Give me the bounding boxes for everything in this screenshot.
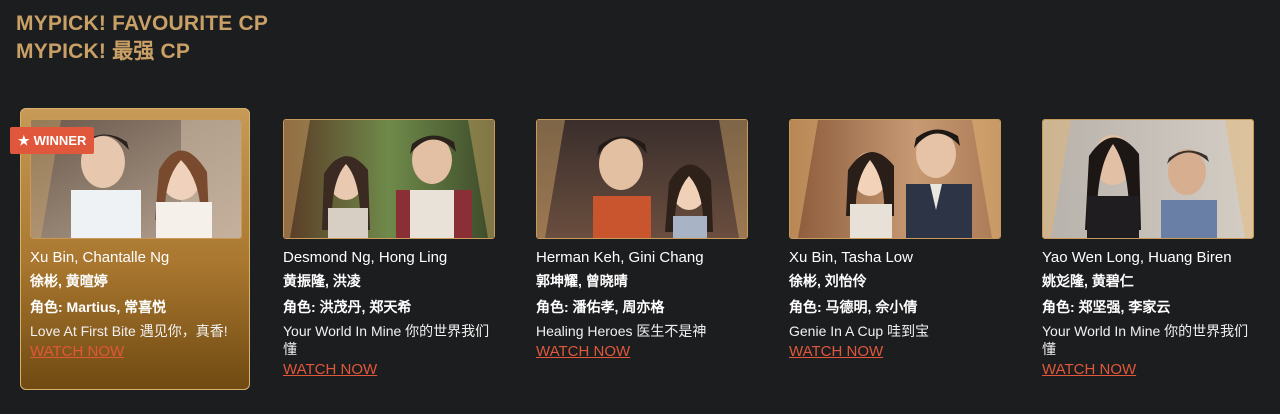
cp-chinese-names: 徐彬, 黄暄婷 [30, 273, 108, 289]
cp-roles: 角色: 郑坚强, 李家云 [1042, 299, 1171, 315]
cp-names: Herman Keh, Gini Chang [536, 249, 704, 266]
cp-info: Herman Keh, Gini Chang 郭坤耀, 曾晓晴 角色: 潘佑孝,… [536, 248, 748, 362]
cp-thumbnail[interactable] [789, 119, 1001, 239]
winner-badge: ★ WINNER [10, 127, 95, 154]
watch-now-link[interactable]: WATCH NOW [789, 342, 883, 362]
cp-names: Desmond Ng, Hong Ling [283, 249, 448, 266]
cp-roles: 角色: 洪茂丹, 郑天希 [283, 299, 412, 315]
cp-card[interactable]: Xu Bin, Tasha Low 徐彬, 刘怡伶 角色: 马德明, 佘小倩 G… [779, 108, 1009, 390]
watch-now-link[interactable]: WATCH NOW [536, 342, 630, 362]
heading-chinese: MYPICK! 最强 CP [16, 40, 191, 63]
thumbnail-image [790, 120, 1000, 238]
cp-thumbnail[interactable] [536, 119, 748, 239]
cp-thumbnail[interactable] [283, 119, 495, 239]
cp-card[interactable]: Yao Wen Long, Huang Biren 姚彣隆, 黄碧仁 角色: 郑… [1032, 108, 1262, 390]
cp-info: Yao Wen Long, Huang Biren 姚彣隆, 黄碧仁 角色: 郑… [1042, 248, 1254, 380]
cp-roles: 角色: 潘佑孝, 周亦格 [536, 299, 665, 315]
watch-now-link[interactable]: WATCH NOW [283, 360, 377, 380]
watch-now-link[interactable]: WATCH NOW [30, 342, 124, 362]
cp-card[interactable]: Herman Keh, Gini Chang 郭坤耀, 曾晓晴 角色: 潘佑孝,… [526, 108, 756, 390]
star-icon: ★ [18, 133, 30, 148]
heading-english: MYPICK! FAVOURITE CP [16, 12, 269, 35]
cp-card[interactable]: Desmond Ng, Hong Ling 黄振隆, 洪凌 角色: 洪茂丹, 郑… [273, 108, 503, 390]
cp-info: Xu Bin, Tasha Low 徐彬, 刘怡伶 角色: 马德明, 佘小倩 G… [789, 248, 1001, 362]
favourite-cp-section: MYPICK! FAVOURITE CP MYPICK! 最强 CP ★ WIN… [0, 0, 1280, 414]
cp-show-title: Your World In Mine 你的世界我们懂 [283, 323, 490, 357]
cp-card-list: ★ WINNER Xu Bin, Chantalle Ng 徐彬, 黄暄婷 角色… [0, 108, 1280, 408]
section-heading: MYPICK! FAVOURITE CP MYPICK! 最强 CP [16, 10, 268, 66]
thumbnail-image [537, 120, 747, 238]
cp-thumbnail[interactable] [1042, 119, 1254, 239]
cp-info: Xu Bin, Chantalle Ng 徐彬, 黄暄婷 角色: Martius… [30, 248, 242, 362]
watch-now-link[interactable]: WATCH NOW [1042, 360, 1136, 380]
cp-info: Desmond Ng, Hong Ling 黄振隆, 洪凌 角色: 洪茂丹, 郑… [283, 248, 495, 380]
cp-chinese-names: 徐彬, 刘怡伶 [789, 273, 867, 289]
cp-chinese-names: 郭坤耀, 曾晓晴 [536, 273, 628, 289]
winner-badge-label: WINNER [33, 133, 87, 148]
cp-roles: 角色: 马德明, 佘小倩 [789, 299, 918, 315]
cp-names: Xu Bin, Chantalle Ng [30, 249, 170, 266]
cp-show-title: Genie In A Cup 哇到宝 [789, 323, 930, 339]
cp-names: Xu Bin, Tasha Low [789, 249, 913, 266]
cp-show-title: Your World In Mine 你的世界我们懂 [1042, 323, 1249, 357]
cp-roles: 角色: Martius, 常喜悦 [30, 299, 167, 315]
thumbnail-image [284, 120, 494, 238]
cp-chinese-names: 姚彣隆, 黄碧仁 [1042, 273, 1134, 289]
cp-show-title: Healing Heroes 医生不是神 [536, 323, 707, 339]
cp-show-title: Love At First Bite 遇见你，真香! [30, 323, 228, 339]
cp-card-winner[interactable]: ★ WINNER Xu Bin, Chantalle Ng 徐彬, 黄暄婷 角色… [10, 108, 250, 390]
cp-names: Yao Wen Long, Huang Biren [1042, 249, 1232, 266]
cp-chinese-names: 黄振隆, 洪凌 [283, 273, 361, 289]
thumbnail-image [1043, 120, 1253, 238]
